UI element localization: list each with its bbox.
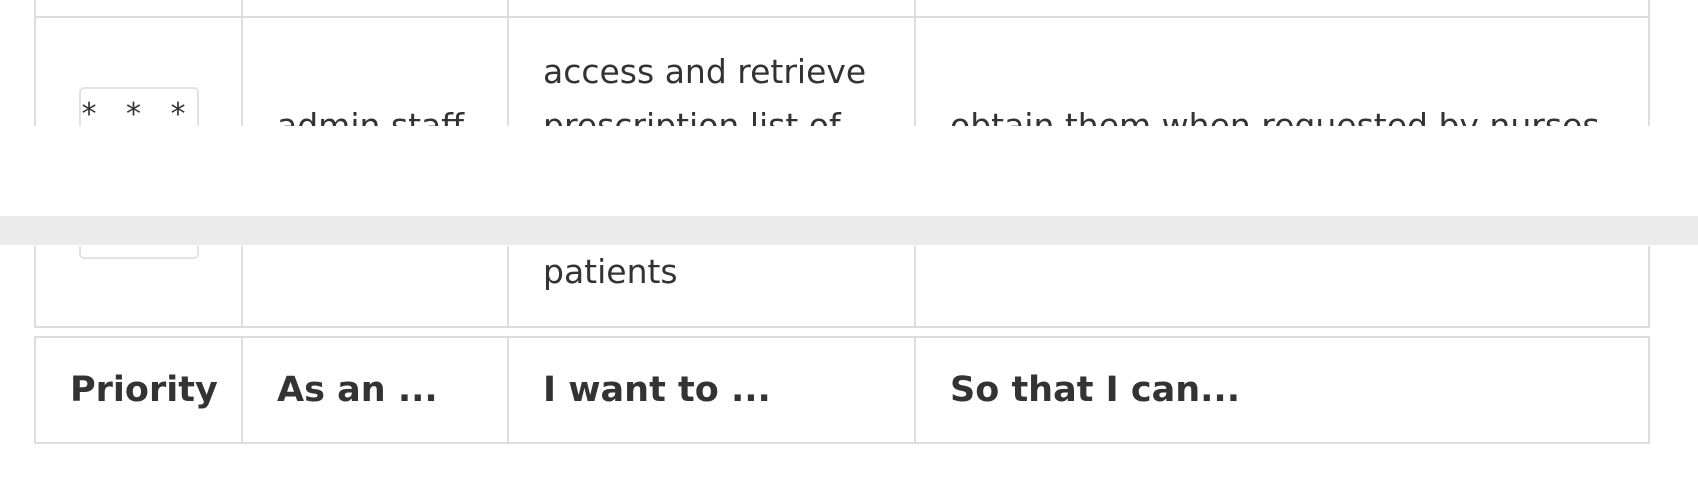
benefit-cell: obtain them when requested by nurses [914, 246, 1650, 328]
user-stories-table: * * * admin staff access and retrieve pr… [34, 0, 1650, 126]
want-cell: access and retrieve prescription list of… [507, 16, 916, 126]
benefit-cell: obtain them when requested by nurses [914, 16, 1650, 126]
user-stories-table-lower: * * * admin staff access and retrieve pr… [34, 246, 1650, 328]
priority-badge: * * * [78, 86, 199, 126]
table-header: Priority As an ... I want to ... So that… [34, 336, 1650, 444]
section-divider [0, 216, 1698, 245]
column-header-priority[interactable]: Priority [34, 336, 243, 444]
column-header-want[interactable]: I want to ... [507, 336, 916, 444]
want-cell: access and retrieve prescription list of… [507, 246, 916, 328]
table-body-viewport: * * * admin staff access and retrieve pr… [0, 0, 1698, 126]
priority-cell: * * * [34, 246, 243, 328]
role-cell: admin staff [241, 16, 509, 126]
column-header-benefit[interactable]: So that I can... [914, 336, 1650, 444]
role-cell: admin staff [241, 246, 509, 328]
table-row: * * * admin staff access and retrieve pr… [34, 246, 1650, 328]
table-row [34, 0, 1650, 18]
table-row: * * * admin staff access and retrieve pr… [34, 16, 1650, 126]
priority-badge: * * * [78, 246, 199, 259]
priority-cell: * * * [34, 16, 243, 126]
header-row: Priority As an ... I want to ... So that… [34, 336, 1650, 444]
column-header-role[interactable]: As an ... [241, 336, 509, 444]
